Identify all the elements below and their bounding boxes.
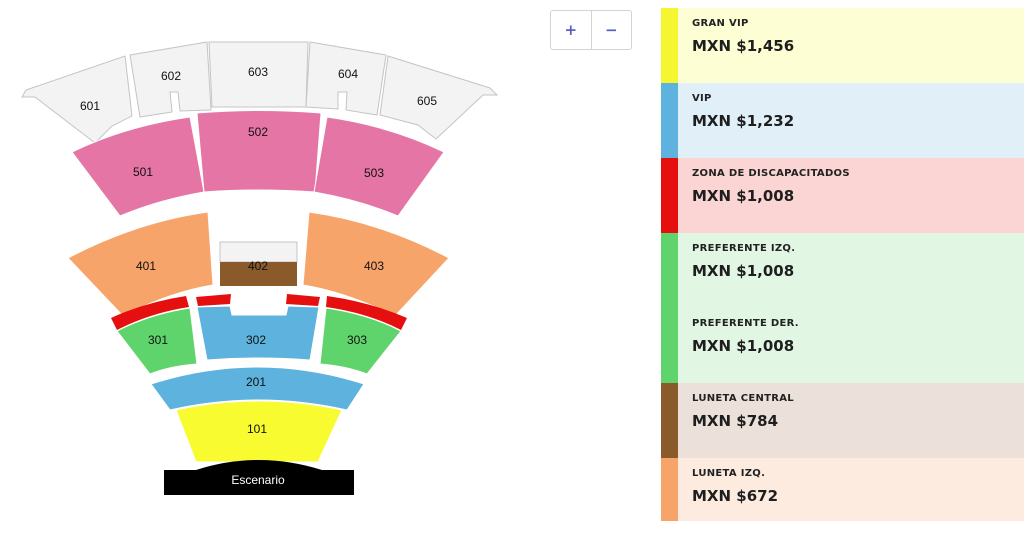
section-501-label: 501	[133, 165, 153, 179]
tier-price: MXN $1,456	[692, 37, 795, 55]
tier-color-swatch	[661, 383, 678, 458]
tier-color-swatch	[661, 83, 678, 158]
tier-name: VIP	[692, 93, 712, 104]
price-tier-zona-de-discapacitados[interactable]: ZONA DE DISCAPACITADOS MXN $1,008	[661, 158, 1024, 233]
section-604-label: 604	[338, 67, 358, 81]
section-605[interactable]: 605	[379, 55, 499, 140]
tier-price: MXN $1,232	[692, 112, 795, 130]
tier-price: MXN $672	[692, 487, 779, 505]
venue-seat-map: 601 602 603 604 605 501 502 503 401 402	[21, 41, 499, 495]
section-402[interactable]: 402	[219, 241, 298, 286]
price-tier-luneta-central[interactable]: LUNETA CENTRAL MXN $784	[661, 383, 1024, 458]
stage-label: Escenario	[231, 473, 285, 487]
tier-name: ZONA DE DISCAPACITADOS	[692, 168, 850, 179]
section-301-label: 301	[148, 333, 168, 347]
tier-name: PREFERENTE IZQ.	[692, 243, 796, 254]
section-401[interactable]: 401	[67, 211, 214, 317]
section-601-label: 601	[80, 99, 100, 113]
section-302[interactable]: 302	[196, 305, 320, 361]
price-tier-preferente-izq[interactable]: PREFERENTE IZQ. MXN $1,008	[661, 233, 1024, 308]
section-602[interactable]: 602	[129, 41, 212, 118]
tier-name: PREFERENTE DER.	[692, 318, 799, 329]
section-403[interactable]: 403	[302, 211, 450, 317]
accessible-zone-center-left[interactable]	[196, 294, 231, 306]
section-603[interactable]: 603	[208, 41, 309, 108]
price-list: GRAN VIP MXN $1,456 VIP MXN $1,232 ZONA …	[661, 8, 1024, 521]
tier-name: LUNETA CENTRAL	[692, 393, 794, 404]
section-601[interactable]: 601	[21, 55, 133, 144]
section-401-label: 401	[136, 259, 156, 273]
section-502-label: 502	[248, 125, 268, 139]
tier-name: LUNETA IZQ.	[692, 468, 766, 479]
tier-color-swatch	[661, 233, 678, 308]
section-603-label: 603	[248, 65, 268, 79]
section-101-label: 101	[247, 422, 267, 436]
tier-color-swatch	[661, 158, 678, 233]
section-201-label: 201	[246, 375, 266, 389]
section-503-label: 503	[364, 166, 384, 180]
accessible-zone-center-right[interactable]	[286, 294, 320, 306]
tier-price: MXN $784	[692, 412, 779, 430]
section-303-label: 303	[347, 333, 367, 347]
tier-price: MXN $1,008	[692, 337, 795, 355]
section-502[interactable]: 502	[196, 110, 322, 193]
tier-price: MXN $1,008	[692, 262, 795, 280]
zoom-out-button[interactable]: −	[590, 11, 632, 49]
tier-color-swatch	[661, 8, 678, 83]
section-101[interactable]: 101	[175, 400, 343, 463]
price-tier-luneta-izq[interactable]: LUNETA IZQ. MXN $672	[661, 458, 1024, 521]
price-tier-preferente-der[interactable]: PREFERENTE DER. MXN $1,008	[661, 308, 1024, 383]
section-503[interactable]: 503	[313, 116, 445, 217]
section-602-label: 602	[161, 69, 181, 83]
tier-price: MXN $1,008	[692, 187, 795, 205]
section-605-label: 605	[417, 94, 437, 108]
zoom-in-button[interactable]: +	[551, 11, 591, 49]
price-tier-vip[interactable]: VIP MXN $1,232	[661, 83, 1024, 158]
section-604[interactable]: 604	[305, 41, 387, 116]
stage: Escenario	[164, 460, 354, 495]
tier-name: GRAN VIP	[692, 18, 749, 29]
tier-color-swatch	[661, 308, 678, 383]
section-402-label: 402	[248, 259, 268, 273]
tier-color-swatch	[661, 458, 678, 521]
section-403-label: 403	[364, 259, 384, 273]
section-302-label: 302	[246, 333, 266, 347]
zoom-controls: + −	[550, 10, 632, 50]
price-tier-gran-vip[interactable]: GRAN VIP MXN $1,456	[661, 8, 1024, 83]
